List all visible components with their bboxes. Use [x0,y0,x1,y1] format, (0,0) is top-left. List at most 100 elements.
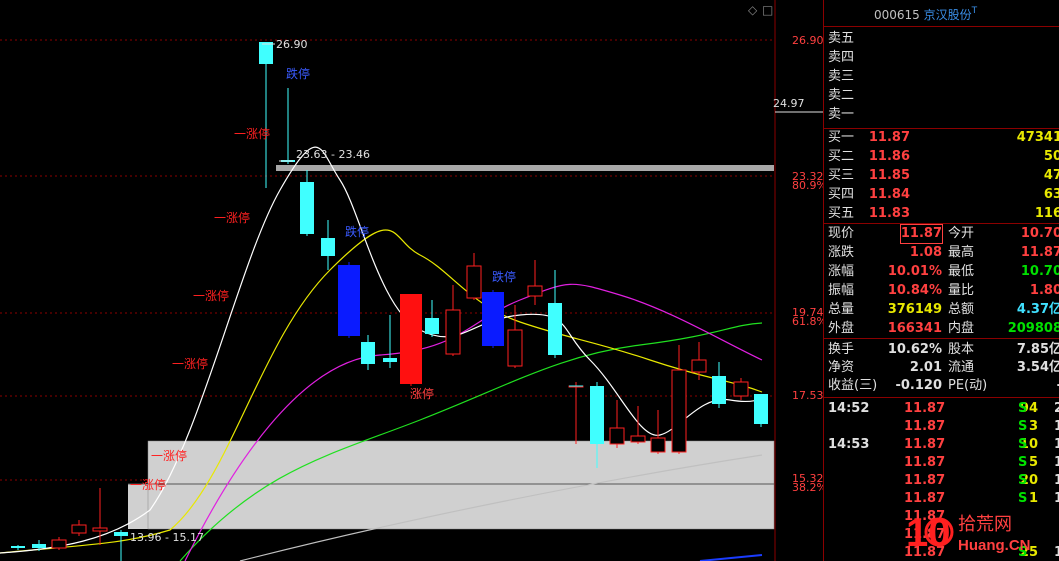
candle [548,270,562,358]
order-row-sell[interactable]: 卖四 [824,49,1059,67]
candle [300,170,314,236]
candle-body [712,376,726,404]
divider [824,338,1059,339]
stock-header[interactable]: 000615 京汉股份T [874,6,977,23]
svg-text:拾荒网: 拾荒网 [958,514,1012,535]
price-axis-labels: 26.90 24.97 23.32 80.9% 19.74 61.8% 17.5… [773,34,823,494]
order-row-buy[interactable]: 买五 11.83 116 [824,205,1059,223]
candle-body [527,285,543,297]
order-label: 卖三 [828,69,855,84]
candle [321,220,335,270]
quote-value: 7.85亿 [1016,342,1059,357]
price-label: 26.90 [792,34,823,47]
price-label: 17.53 [792,389,823,402]
order-row-sell[interactable]: 卖三 [824,68,1059,86]
tick-count: 1 [1054,436,1059,454]
quote-value: 11.87 [899,224,944,244]
candle [281,88,295,164]
candle-body [71,524,87,534]
candle [609,400,625,448]
tick-count: 2 [1054,400,1059,418]
tick-count: 1 [1054,454,1059,472]
order-price: 11.87 [868,130,910,145]
divider [824,223,1059,224]
tick-time: 14:52 [828,401,870,416]
order-label: 卖五 [828,31,855,46]
quote-value: 1.80 [1029,283,1059,298]
quote-value: 2.01 [909,360,942,375]
quote-label: 换手 [828,342,855,357]
limit-up-label: 涨停 [410,386,434,401]
candle [445,285,461,356]
candle [338,262,360,338]
tick-row: 11.871S1 [824,490,1059,508]
candle-body [425,318,439,334]
tick-price: 11.87 [904,419,946,434]
candle [400,294,422,386]
order-row-sell[interactable]: 卖一 [824,106,1059,124]
limit-up-label: 一涨停 [193,288,229,303]
candle [11,545,25,550]
order-row-buy[interactable]: 买四 11.84 63 [824,186,1059,204]
quote-row: 外盘 166341 内盘 209808 [824,320,1059,338]
order-label: 买三 [828,168,855,183]
candle-body [361,342,375,364]
order-row-buy[interactable]: 买三 11.85 47 [824,167,1059,185]
candle [71,520,87,536]
candle-body [338,265,360,336]
quote-value: 166341 [887,321,942,336]
divider [824,397,1059,398]
candle [691,342,707,380]
diamond-icon[interactable]: ◇ [748,3,758,17]
candle [712,362,726,408]
stock-tag: T [971,6,978,16]
limit-up-label: 一涨停 [151,448,187,463]
candle-body [671,369,687,453]
candle [671,345,687,454]
svg-text:10: 10 [906,511,951,555]
resistance-band [276,165,774,171]
order-row-sell[interactable]: 卖二 [824,87,1059,105]
fib-label: 38.2% [792,481,823,494]
candle [383,315,397,368]
order-row-buy[interactable]: 买一 11.87 47341 [824,129,1059,147]
order-price: 11.84 [868,187,910,202]
order-price: 11.86 [868,149,910,164]
tick-side: S [1018,419,1028,434]
tick-side: S [1018,401,1028,416]
tick-side: S [1018,491,1028,506]
tick-row: 11.87 3S 1 [824,418,1059,436]
candle-body [548,303,562,355]
price-label: 24.97 [773,97,805,110]
limit-up-label: 一涨停 [214,210,250,225]
restore-icon[interactable]: □ [762,3,773,17]
tick-volume: 5 [1028,455,1038,470]
tick-row: 14:5311.8710S1 [824,436,1059,454]
order-label: 卖四 [828,50,855,65]
quote-value: 10.70 [1020,264,1059,279]
quote-value: 209808 [1007,321,1059,336]
candle [361,335,375,370]
candle-body [259,42,273,64]
candle-body [92,527,108,532]
candle-body [114,532,128,536]
quote-value: 3.54亿 [1016,360,1059,375]
candle-body [650,437,666,453]
order-volume: 47 [1043,168,1059,183]
order-label: 卖一 [828,107,855,122]
order-row-sell[interactable]: 卖五 [824,30,1059,48]
quote-row: 总量 376149 总额 4.37亿 [824,301,1059,319]
quote-value: 10.62% [887,342,942,357]
quote-value: 11.87 [1020,245,1059,260]
quote-panel: 000615 京汉股份T 卖五卖四卖三卖二卖一 买一 11.87 47341 买二 11… [823,0,1059,561]
tick-row: 11.8720S1 [824,472,1059,490]
candle-body [609,427,625,445]
order-row-buy[interactable]: 买二 11.86 50 [824,148,1059,166]
limit-down-label: 跌停 [286,66,310,81]
candle-body [445,309,461,355]
candle [92,488,108,545]
quote-label: 涨幅 [828,264,855,279]
candle-body [507,329,523,367]
quote-label: 收益(三) [828,378,878,393]
candlestick-chart[interactable]: 26.90 24.97 23.32 80.9% 19.74 61.8% 17.5… [0,0,823,561]
